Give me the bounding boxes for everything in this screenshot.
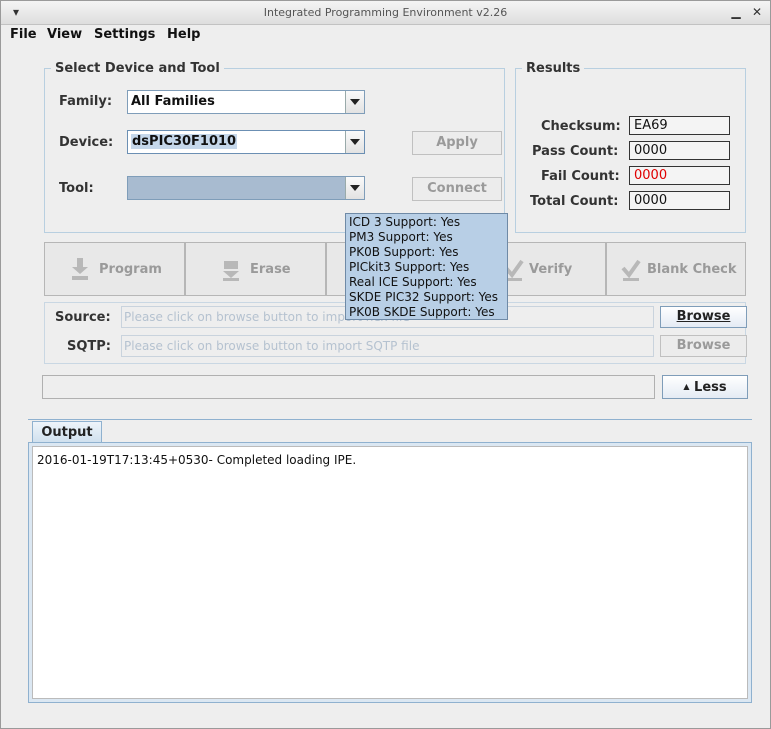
output-panel: 2016-01-19T17:13:45+0530- Completed load…: [28, 442, 752, 703]
total-count-value: 0000: [629, 191, 730, 210]
menu-bar: File View Settings Help: [1, 25, 770, 45]
tooltip-line: PK0B Support: Yes: [349, 245, 459, 259]
title-bar: ▾ Integrated Programming Environment v2.…: [1, 1, 770, 25]
chevron-up-icon: ▲: [683, 382, 690, 391]
close-icon[interactable]: ✕: [748, 3, 766, 21]
tool-label: Tool:: [59, 181, 94, 196]
blank-check-button[interactable]: Blank Check: [606, 242, 746, 296]
blank-check-icon: [621, 259, 641, 281]
results-group-title: Results: [522, 61, 585, 76]
device-value: dsPIC30F1010: [131, 134, 238, 149]
program-icon: [72, 258, 88, 280]
menu-help[interactable]: Help: [167, 27, 200, 42]
sqtp-browse-button[interactable]: Browse: [660, 335, 747, 357]
family-value: All Families: [131, 94, 215, 109]
tooltip-line: PM3 Support: Yes: [349, 230, 453, 244]
minimize-icon[interactable]: ▁: [727, 3, 745, 21]
progress-bar: [42, 375, 655, 399]
tool-support-tooltip: ICD 3 Support: Yes PM3 Support: Yes PK0B…: [345, 213, 508, 320]
source-browse-button[interactable]: Browse: [660, 306, 747, 328]
tooltip-line: PK0B SKDE Support: Yes: [349, 305, 495, 319]
output-divider: [28, 419, 752, 420]
connect-button[interactable]: Connect: [412, 177, 502, 201]
pass-count-value: 0000: [629, 141, 730, 160]
window-title: Integrated Programming Environment v2.26: [263, 6, 508, 19]
tool-combo[interactable]: [127, 176, 365, 200]
fail-count-label: Fail Count:: [541, 169, 620, 184]
source-label: Source:: [55, 310, 111, 325]
less-button[interactable]: ▲ Less: [662, 375, 748, 399]
apply-button[interactable]: Apply: [412, 131, 502, 155]
device-label: Device:: [59, 135, 114, 150]
output-log[interactable]: 2016-01-19T17:13:45+0530- Completed load…: [32, 446, 748, 699]
menu-settings[interactable]: Settings: [94, 27, 155, 42]
device-tool-group-title: Select Device and Tool: [51, 61, 224, 76]
chevron-down-icon[interactable]: [345, 131, 364, 153]
tooltip-line: PICkit3 Support: Yes: [349, 260, 470, 274]
program-button[interactable]: Program: [44, 242, 185, 296]
total-count-label: Total Count:: [530, 194, 619, 209]
checksum-label: Checksum:: [541, 119, 621, 134]
sqtp-label: SQTP:: [67, 339, 112, 354]
tooltip-line: Real ICE Support: Yes: [349, 275, 477, 289]
tooltip-line: SKDE PIC32 Support: Yes: [349, 290, 499, 304]
family-combo[interactable]: All Families: [127, 90, 365, 114]
fail-count-value: 0000: [629, 166, 730, 185]
checksum-value: EA69: [629, 116, 730, 135]
pass-count-label: Pass Count:: [532, 144, 619, 159]
sqtp-input[interactable]: Please click on browse button to import …: [121, 335, 654, 357]
menu-view[interactable]: View: [47, 27, 82, 42]
ipe-window: ▾ Integrated Programming Environment v2.…: [0, 0, 771, 729]
chevron-down-icon[interactable]: [345, 177, 364, 199]
family-label: Family:: [59, 94, 113, 109]
device-combo[interactable]: dsPIC30F1010: [127, 130, 365, 154]
tooltip-line: ICD 3 Support: Yes: [349, 215, 461, 229]
erase-icon: [223, 261, 239, 281]
menu-file[interactable]: File: [10, 27, 37, 42]
chevron-down-icon[interactable]: [345, 91, 364, 113]
tab-output[interactable]: Output: [32, 421, 102, 443]
erase-button[interactable]: Erase: [185, 242, 326, 296]
